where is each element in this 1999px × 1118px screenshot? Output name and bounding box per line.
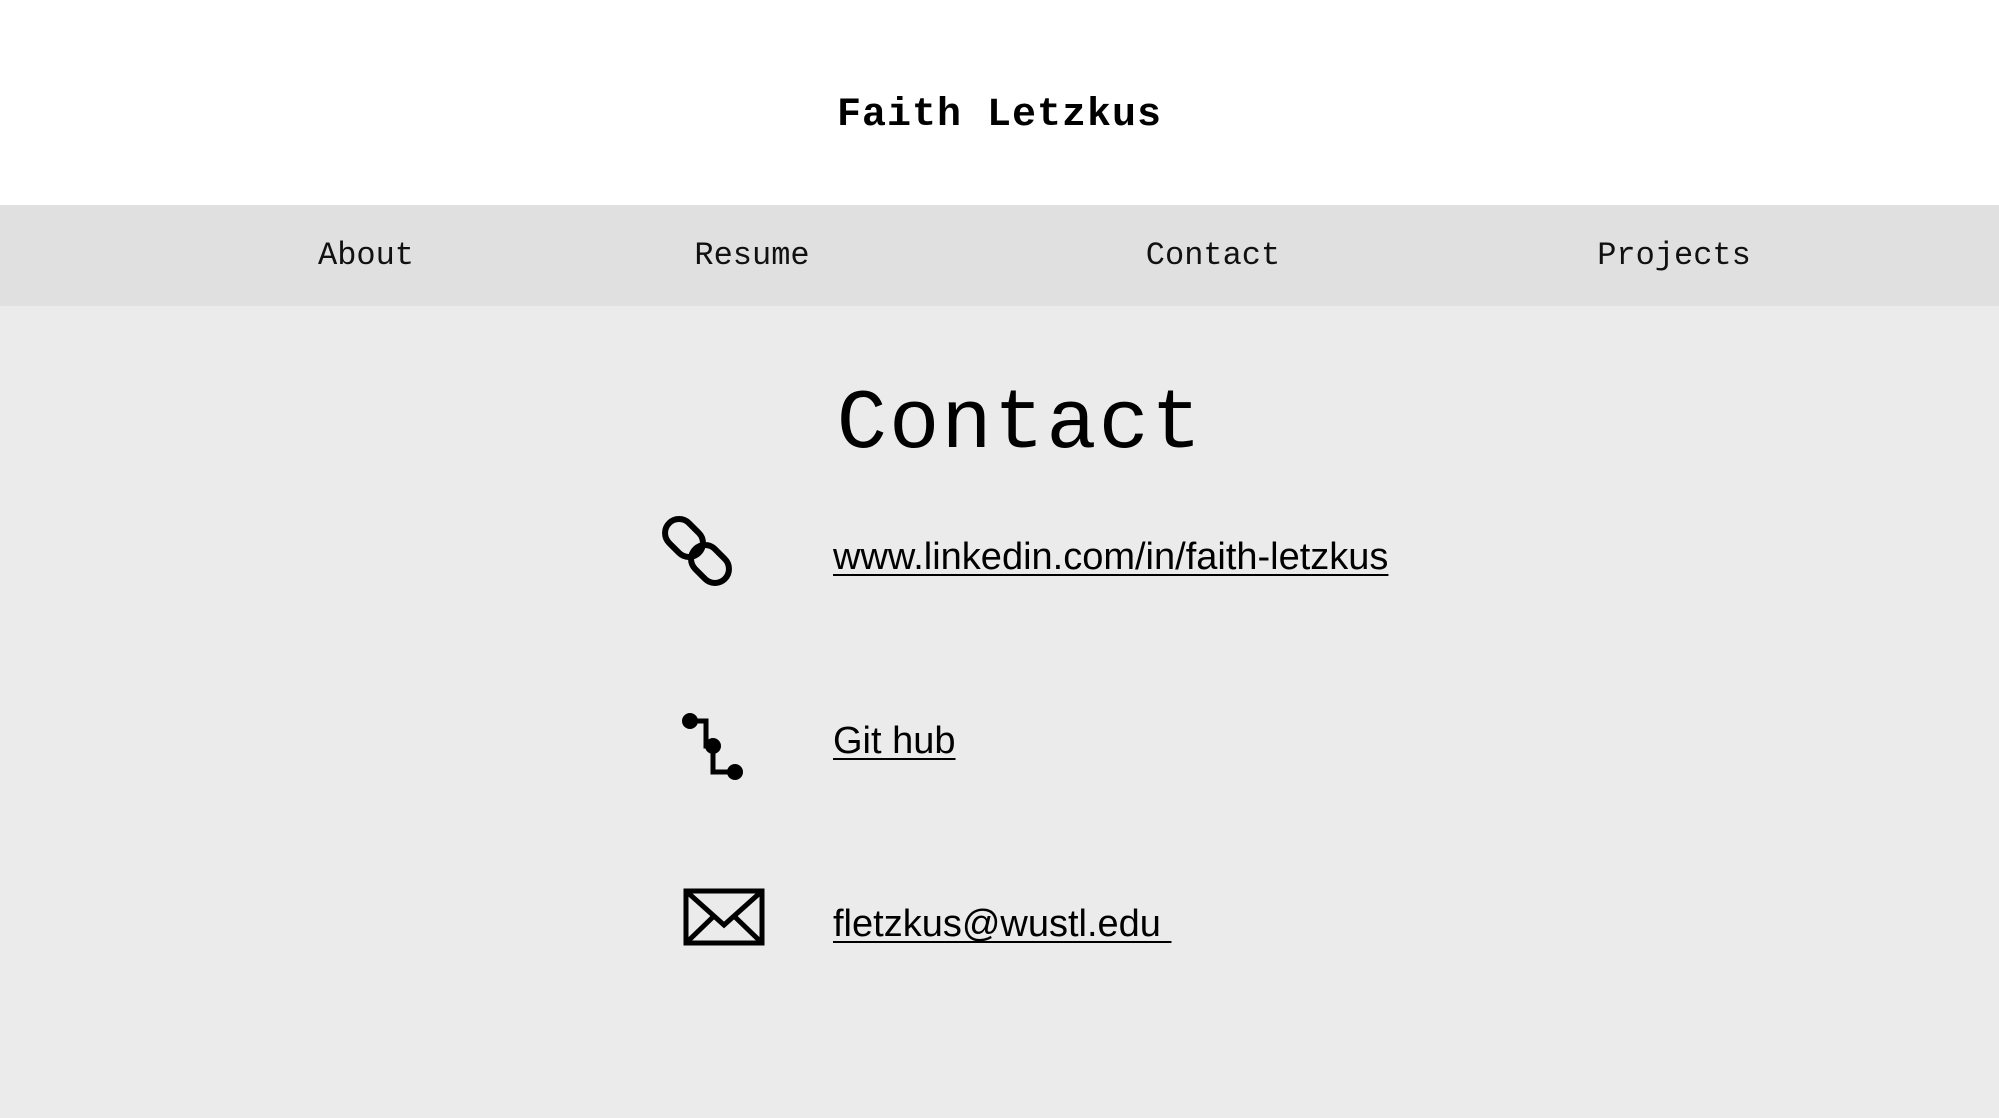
nav-item-projects[interactable]: Projects xyxy=(1597,205,1751,306)
git-branch-icon[interactable] xyxy=(678,710,748,782)
github-link[interactable]: Git hub xyxy=(833,718,956,764)
linkedin-link[interactable]: www.linkedin.com/in/faith-letzkus xyxy=(833,534,1388,580)
contact-row-github: Git hub xyxy=(0,696,1999,786)
envelope-icon[interactable] xyxy=(683,888,765,948)
nav-item-resume[interactable]: Resume xyxy=(694,205,809,306)
contact-section: Contact www.linkedin.com/in/faith-letzku… xyxy=(0,306,1999,1118)
main-nav: About Resume Contact Projects xyxy=(0,205,1999,306)
nav-item-contact[interactable]: Contact xyxy=(1146,205,1280,306)
contact-row-linkedin: www.linkedin.com/in/faith-letzkus xyxy=(0,514,1999,604)
site-header: Faith Letzkus xyxy=(0,0,1999,205)
site-title[interactable]: Faith Letzkus xyxy=(0,92,1999,140)
contact-row-email: fletzkus@wustl.edu xyxy=(0,879,1999,969)
email-link[interactable]: fletzkus@wustl.edu xyxy=(833,901,1172,947)
page-title: Contact xyxy=(836,378,1204,473)
link-icon[interactable] xyxy=(660,514,742,596)
nav-item-about[interactable]: About xyxy=(318,205,414,306)
